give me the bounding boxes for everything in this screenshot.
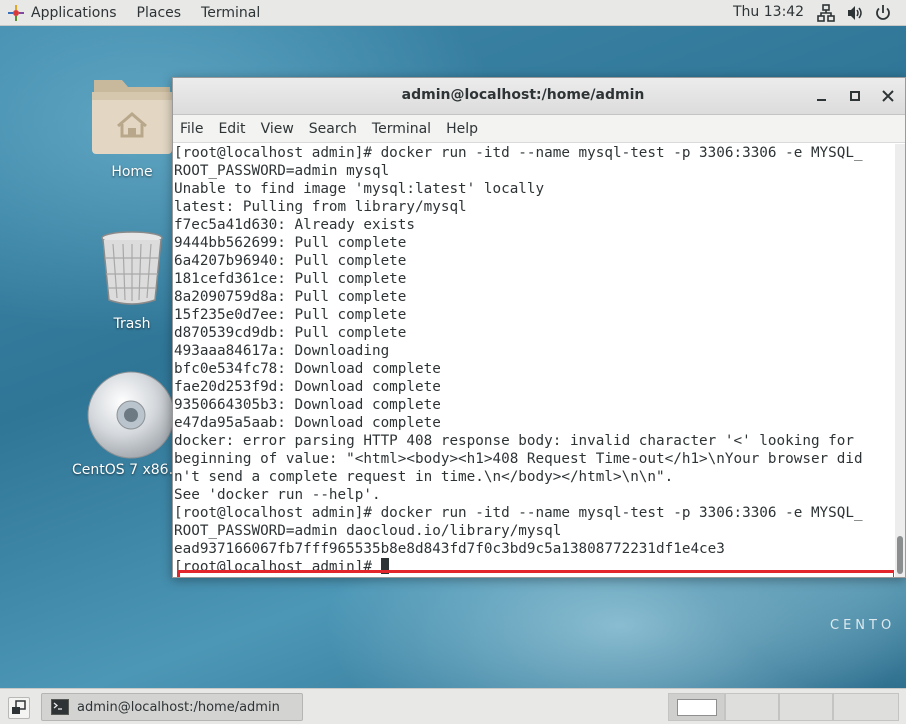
window-title: admin@localhost:/home/admin	[401, 87, 645, 103]
menu-edit[interactable]: Edit	[211, 121, 253, 137]
terminal-prompt-line: [root@localhost admin]#	[174, 558, 894, 576]
clock[interactable]: Thu 13:42	[733, 4, 804, 20]
terminal-line: ROOT_PASSWORD=admin mysql	[174, 163, 390, 179]
show-desktop-button[interactable]	[8, 697, 30, 719]
power-icon[interactable]	[874, 4, 892, 22]
workspace-2[interactable]	[725, 693, 779, 721]
terminal-line: d870539cd9db: Pull complete	[174, 325, 407, 341]
terminal-output[interactable]: [root@localhost admin]# docker run -itd …	[174, 144, 894, 577]
terminal-line: 15f235e0d7ee: Pull complete	[174, 307, 407, 323]
disc-icon	[87, 371, 175, 459]
terminal-line: latest: Pulling from library/mysql	[174, 199, 467, 215]
folder-home-icon	[92, 80, 172, 154]
desktop-icon-label: Trash	[113, 316, 151, 332]
terminal-line: e47da95a5aab: Download complete	[174, 415, 441, 431]
applications-menu[interactable]: Applications	[0, 0, 127, 26]
terminal-line: f7ec5a41d630: Already exists	[174, 217, 416, 233]
network-icon[interactable]	[817, 4, 835, 22]
terminal-line: 8a2090759d8a: Pull complete	[174, 289, 407, 305]
window-titlebar[interactable]: admin@localhost:/home/admin	[173, 78, 905, 115]
workspace-1[interactable]	[668, 693, 725, 721]
desktop-icon-home[interactable]: Home	[84, 74, 180, 180]
terminal-line: bfc0e534fc78: Download complete	[174, 361, 441, 377]
maximize-icon[interactable]	[846, 87, 864, 105]
show-desktop-icon	[12, 700, 26, 714]
menu-help[interactable]: Help	[439, 121, 486, 137]
terminal-line: ROOT_PASSWORD=admin daocloud.io/library/…	[174, 523, 562, 539]
bottom-panel: admin@localhost:/home/admin	[0, 688, 906, 724]
terminal-line: See 'docker run --help'.	[174, 487, 381, 503]
terminal-line: [root@localhost admin]# docker run -itd …	[174, 145, 863, 161]
terminal-line: beginning of value: "<html><body><h1>408…	[174, 451, 863, 467]
terminal-line: 9350664305b3: Download complete	[174, 397, 441, 413]
terminal-line: 181cefd361ce: Pull complete	[174, 271, 407, 287]
terminal-scrollbar[interactable]	[895, 144, 905, 577]
menu-search[interactable]: Search	[302, 121, 365, 137]
terminal-line: 493aaa84617a: Downloading	[174, 343, 390, 359]
terminal-prompt: [root@localhost admin]#	[174, 559, 381, 575]
terminal-line: 9444bb562699: Pull complete	[174, 235, 407, 251]
terminal-line: n't send a complete request in time.\n</…	[174, 469, 674, 485]
applications-icon	[8, 4, 24, 21]
desktop-icon-label: Home	[111, 164, 153, 180]
workspace-3[interactable]	[779, 693, 833, 721]
desktop-icon-label: CentOS 7 x86...	[72, 462, 182, 478]
close-icon[interactable]	[879, 87, 897, 105]
terminal-window: admin@localhost:/home/admin File Edit Vi…	[172, 77, 906, 578]
taskbar-item-label: admin@localhost:/home/admin	[77, 699, 280, 715]
centos-brand-text: CENTO	[830, 618, 896, 633]
menu-terminal[interactable]: Terminal	[365, 121, 439, 137]
terminal-line: fae20d253f9d: Download complete	[174, 379, 441, 395]
menu-file[interactable]: File	[173, 121, 211, 137]
trash-icon	[101, 231, 163, 305]
applications-label: Applications	[31, 4, 117, 21]
volume-icon[interactable]	[846, 4, 864, 22]
terminal-line: [root@localhost admin]# docker run -itd …	[174, 505, 863, 521]
top-panel: Applications Places Terminal Thu 13:42	[0, 0, 906, 26]
terminal-icon	[51, 699, 69, 715]
terminal-line: Unable to find image 'mysql:latest' loca…	[174, 181, 545, 197]
taskbar-item-terminal[interactable]: admin@localhost:/home/admin	[41, 693, 303, 721]
terminal-line: ead937166067fb7fff965535b8e8d843fd7f0c3b…	[174, 541, 725, 557]
text-cursor	[380, 558, 389, 574]
window-menubar: File Edit View Search Terminal Help	[173, 115, 905, 143]
terminal-app-menu[interactable]: Terminal	[191, 0, 270, 26]
desktop-icon-trash[interactable]: Trash	[84, 230, 180, 332]
scrollbar-thumb[interactable]	[897, 536, 903, 574]
menu-view[interactable]: View	[254, 121, 302, 137]
desktop-icon-centos-disc[interactable]: CentOS 7 x86...	[72, 370, 182, 478]
terminal-line: 6a4207b96940: Pull complete	[174, 253, 407, 269]
workspace-4[interactable]	[833, 693, 899, 721]
terminal-line: docker: error parsing HTTP 408 response …	[174, 433, 854, 449]
minimize-icon[interactable]	[813, 87, 831, 105]
places-menu[interactable]: Places	[127, 0, 192, 26]
